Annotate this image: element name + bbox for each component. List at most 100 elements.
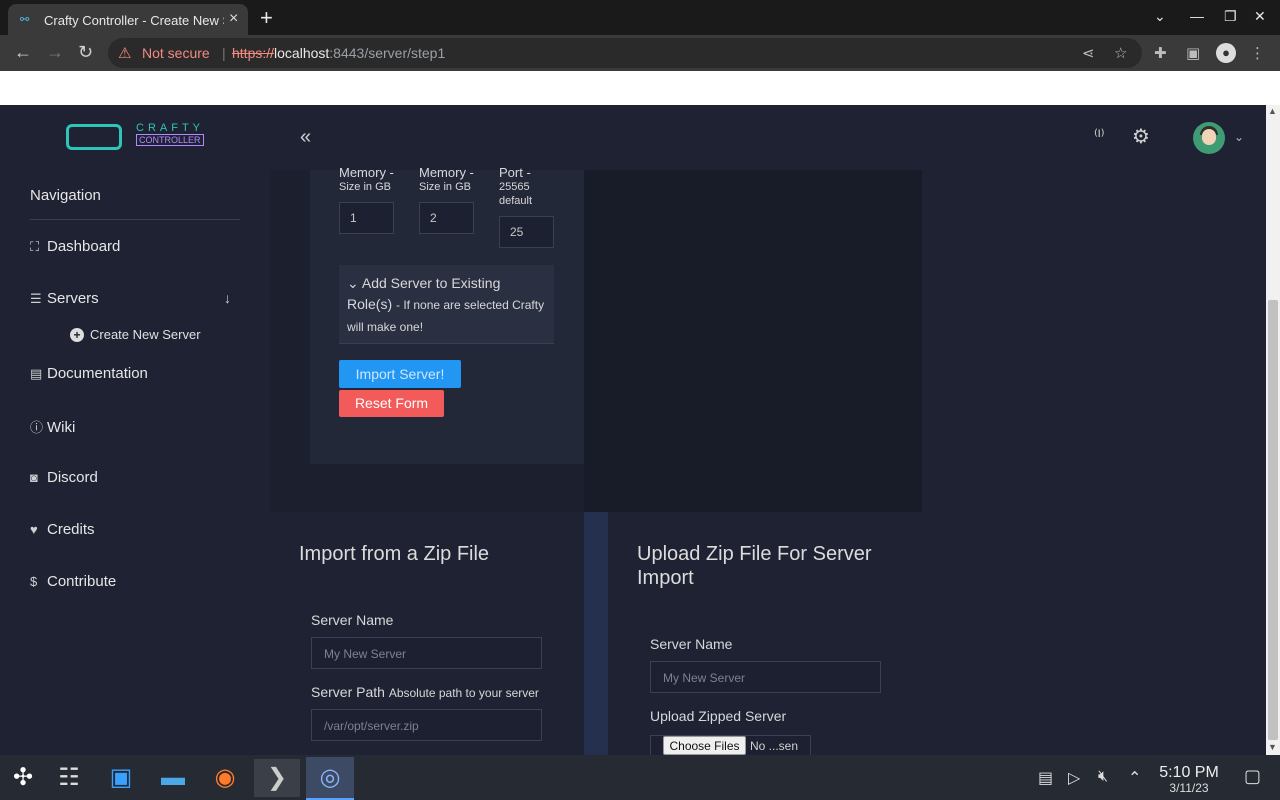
browser-tab[interactable]: ⚯ Crafty Controller - Create New Server … (8, 4, 248, 35)
folder-icon[interactable]: ▬ (150, 759, 196, 797)
zip-upload-name-label: Server Name (650, 636, 733, 652)
restore-icon[interactable]: ❐ (1224, 8, 1237, 25)
chrome-icon[interactable]: ◎ (307, 759, 353, 797)
link-icon: ⚯ (20, 14, 29, 26)
terminal-icon[interactable]: ❯ (254, 759, 300, 797)
reload-icon[interactable]: ↻ (78, 42, 93, 63)
sidebar-item-label: Documentation (47, 365, 148, 382)
tab-search-icon[interactable]: ⌄ (1154, 8, 1166, 25)
zip-import-path-label: Server Path Absolute path to your server (311, 684, 539, 700)
sidebar-item-servers[interactable]: ☰ Servers (30, 290, 99, 307)
collapse-sidebar-icon[interactable]: « (300, 126, 311, 149)
zip-import-name-input[interactable]: My New Server (311, 637, 542, 669)
share-icon[interactable]: ⋖ (1082, 44, 1095, 62)
menu-icon[interactable]: ⋮ (1250, 44, 1265, 62)
sidebar-item-wiki[interactable]: ⓘ Wiki (30, 417, 75, 436)
min-memory-unit: Size in GB (339, 181, 391, 193)
media-play-icon[interactable]: ▷ (1068, 768, 1080, 788)
logo-text-controller: CONTROLLER (136, 134, 204, 146)
min-memory-input[interactable]: 1 (339, 202, 394, 234)
antenna-icon[interactable]: ⁽ᴵ⁾ (1094, 126, 1105, 146)
bookmark-star-icon[interactable]: ☆ (1114, 44, 1127, 62)
logo-text-crafty: CRAFTY (136, 122, 204, 134)
sitemap-icon: ⛶ (30, 239, 40, 254)
url-host: localhost (274, 45, 330, 61)
app-launcher-icon[interactable]: ✣ (0, 759, 46, 797)
scroll-down-icon[interactable]: ▼ (1268, 742, 1277, 752)
back-icon[interactable]: ← (14, 42, 32, 63)
zip-import-path-input[interactable]: /var/opt/server.zip (311, 709, 542, 741)
profile-icon[interactable]: ● (1216, 43, 1236, 63)
port-default-number: 25565 (499, 181, 530, 193)
nav-divider (30, 219, 240, 220)
clipboard-icon[interactable]: ▤ (1038, 768, 1053, 788)
port-input[interactable]: 25 (499, 216, 554, 248)
sidebar-item-create-new-server[interactable]: + Create New Server (70, 327, 201, 342)
url-path: :8443/server/step1 (329, 45, 446, 61)
sidebar-item-label: Discord (47, 469, 98, 486)
sidebar-item-label: Dashboard (47, 238, 121, 255)
crafty-logo[interactable]: CRAFTY CONTROLLER (66, 122, 206, 152)
nav-heading: Navigation (30, 187, 101, 204)
sidebar-subitem-label: Create New Server (90, 327, 201, 342)
empty-panel (584, 170, 922, 512)
extensions-icon[interactable]: ✚ (1154, 44, 1167, 62)
import-server-button[interactable]: Import Server! (339, 360, 461, 388)
sidebar-item-contribute[interactable]: $ Contribute (30, 573, 116, 590)
port-label: Port -25565 default (499, 166, 532, 208)
security-status[interactable]: Not secure (142, 45, 210, 61)
book-icon: ▤ (30, 366, 43, 381)
url-text[interactable]: https://localhost:8443/server/step1 (232, 45, 445, 61)
scroll-up-icon[interactable]: ▲ (1268, 106, 1277, 116)
port-default-text: default (499, 195, 533, 207)
url-scheme: https:// (232, 45, 275, 61)
sidebar-item-label: Credits (47, 521, 95, 538)
port-title: Port - (499, 165, 531, 180)
tab-title: Crafty Controller - Create New Server (44, 13, 224, 28)
zip-import-heading: Import from a Zip File (299, 543, 490, 565)
store-icon[interactable]: ▣ (98, 759, 144, 797)
side-panel-icon[interactable]: ▣ (1186, 44, 1200, 62)
sidebar-item-label: Wiki (47, 419, 76, 436)
chevron-down-icon[interactable]: ⌄ (1234, 130, 1244, 144)
chevron-up-icon[interactable]: ⌃ (1128, 768, 1141, 788)
settings-sliders-icon[interactable]: ☷ (46, 759, 92, 797)
max-memory-unit: Size in GB (419, 181, 471, 193)
zip-upload-name-input[interactable]: My New Server (650, 661, 881, 693)
sidebar-item-discord[interactable]: ◙ Discord (30, 469, 98, 486)
section-divider (584, 512, 608, 755)
roles-title: Add Server to Existing (361, 275, 501, 291)
close-window-icon[interactable]: ✕ (1254, 8, 1266, 25)
scrollbar-thumb[interactable] (1268, 300, 1278, 740)
max-memory-input[interactable]: 2 (419, 202, 474, 234)
firefox-icon[interactable]: ◉ (202, 759, 248, 797)
avatar[interactable] (1193, 122, 1225, 154)
min-memory-title: Memory - (339, 165, 394, 180)
max-memory-title: Memory - (419, 165, 474, 180)
clock-time[interactable]: 5:10 PM (1152, 764, 1226, 782)
new-tab-icon[interactable]: + (260, 5, 273, 31)
forward-icon[interactable]: → (46, 42, 64, 63)
reset-form-button[interactable]: Reset Form (339, 390, 444, 417)
roles-accordion[interactable]: ⌄ Add Server to Existing Role(s) - If no… (339, 265, 554, 344)
sidebar-item-credits[interactable]: ♥ Credits (30, 521, 95, 538)
avatar-face (1202, 129, 1216, 145)
plus-circle-icon: + (70, 328, 84, 342)
minimize-icon[interactable]: — (1190, 8, 1204, 24)
close-tab-icon[interactable]: × (229, 10, 238, 28)
sidebar-item-dashboard[interactable]: ⛶ Dashboard (30, 238, 120, 255)
show-desktop-icon[interactable]: ▢ (1244, 766, 1261, 787)
info-icon: ⓘ (30, 420, 44, 435)
min-memory-label: Memory - Size in GB (339, 166, 394, 194)
clock-date[interactable]: 3/11/23 (1152, 781, 1226, 795)
sidebar-item-documentation[interactable]: ▤ Documentation (30, 365, 148, 382)
arrow-down-icon[interactable]: ↓ (224, 290, 231, 306)
volume-muted-icon[interactable]: 🔇︎ (1098, 768, 1108, 786)
max-memory-label: Memory - Size in GB (419, 166, 474, 194)
discord-icon: ◙ (30, 470, 38, 485)
choose-files-button[interactable]: Choose Files (663, 736, 746, 755)
warning-icon[interactable]: ⚠ (118, 44, 131, 62)
gears-icon[interactable]: ⚙ (1132, 124, 1150, 149)
address-separator: | (222, 45, 226, 61)
no-file-text: No ...sen (750, 739, 799, 753)
